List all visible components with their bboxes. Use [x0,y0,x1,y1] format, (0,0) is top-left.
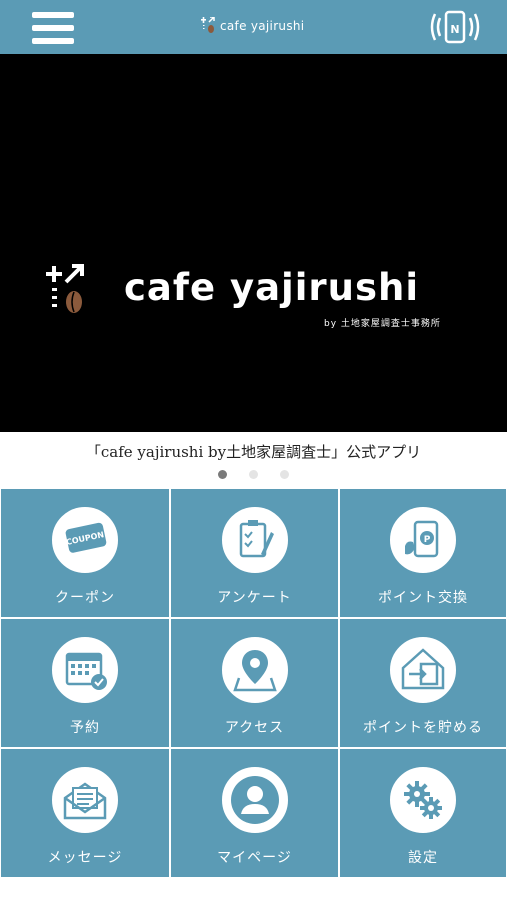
gear-icon [390,767,456,833]
coupon-tile[interactable]: COUPON クーポン [0,488,170,618]
hero-subtitle: by 土地家屋調査士事務所 [324,319,441,329]
svg-text:P: P [424,535,431,545]
hamburger-menu-icon[interactable] [32,10,74,46]
nfc-phone-icon[interactable]: N [427,8,483,46]
brand-mark-icon [46,264,84,313]
point-save-tile[interactable]: ポイントを貯める [339,618,507,748]
carousel-dot[interactable] [280,470,289,479]
settings-tile[interactable]: 設定 [339,748,507,878]
map-pin-icon [221,637,288,703]
header-brand-text: cafe yajirushi [220,19,305,33]
survey-tile[interactable]: アンケート [170,488,339,618]
svg-text:N: N [450,23,459,36]
mypage-tile[interactable]: マイページ [170,748,339,878]
carousel-dot[interactable] [218,470,227,479]
point-exchange-tile[interactable]: P ポイント交換 [339,488,507,618]
hero-banner[interactable]: cafe yajirushi by 土地家屋調査士事務所 [0,54,507,432]
user-icon [221,767,288,833]
tile-label: メッセージ [47,850,123,866]
carousel-dot[interactable] [249,470,258,479]
point-exchange-icon: P [390,507,456,573]
menu-grid: COUPON クーポン アンケート P ポイント交換 予約 アクセス ポイントを… [0,488,507,878]
reservation-tile[interactable]: 予約 [0,618,170,748]
message-icon [52,767,118,833]
message-tile[interactable]: メッセージ [0,748,170,878]
coupon-icon: COUPON [52,507,118,573]
carousel-dots [0,470,507,479]
tile-label: クーポン [55,590,115,606]
tile-label: 設定 [408,850,438,866]
top-bar: cafe yajirushi N [0,0,507,54]
calendar-icon [52,637,118,703]
brand-logo: cafe yajirushi [200,14,320,38]
tile-label: ポイント交換 [378,590,468,606]
tile-label: マイページ [217,850,292,866]
tile-label: アクセス [224,720,285,736]
survey-icon [221,507,288,573]
point-save-icon [390,637,456,703]
access-tile[interactable]: アクセス [170,618,339,748]
tile-label: アンケート [217,590,292,606]
tile-label: 予約 [70,720,100,736]
banner-caption: 「cafe yajirushi by土地家屋調査士」公式アプリ [85,443,422,461]
brand-mark-icon [201,17,215,33]
hero-brand-text: cafe yajirushi [124,266,420,309]
tile-label: ポイントを貯める [363,720,483,736]
